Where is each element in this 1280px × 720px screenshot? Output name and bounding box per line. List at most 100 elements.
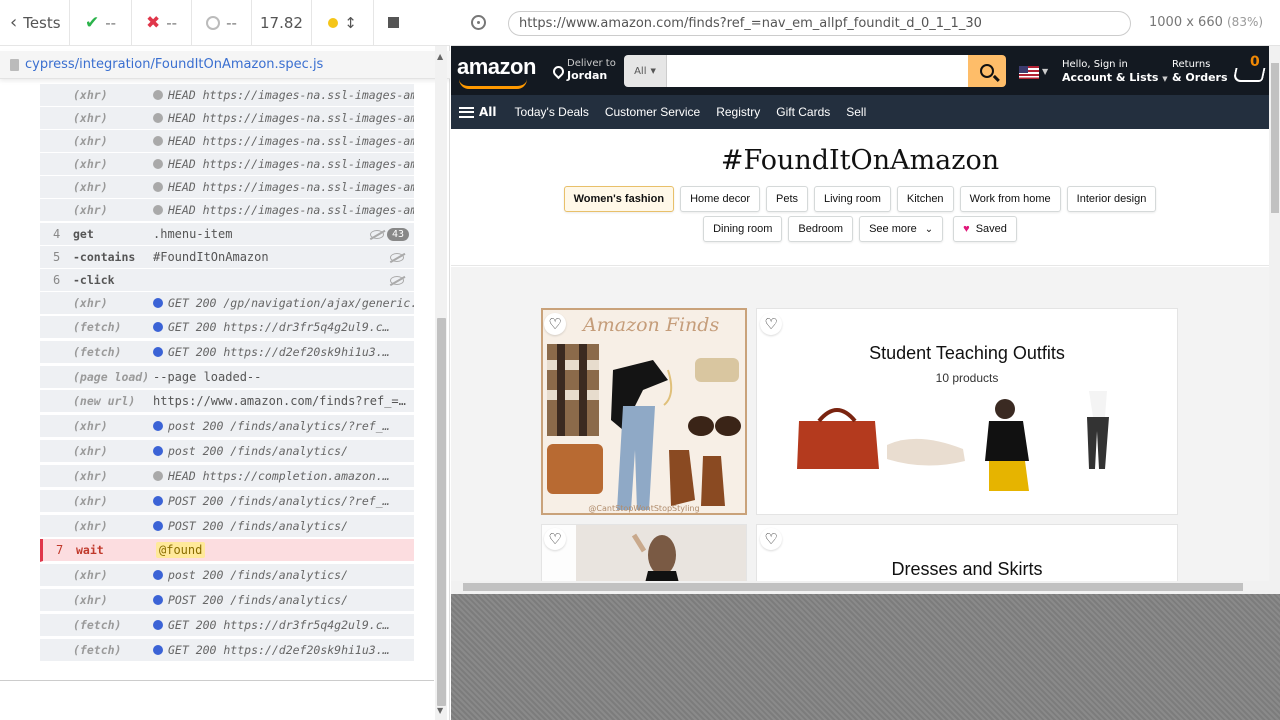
command-row[interactable]: (fetch) GET 200 https://d2ef20sk9hi1u3.…	[40, 639, 414, 662]
all-menu-button[interactable]: All	[451, 105, 507, 119]
deliver-label: Deliver to	[567, 58, 616, 69]
heart-outline-icon[interactable]: ♡	[544, 528, 566, 550]
command-row[interactable]: 4 get .hmenu-item 43	[40, 223, 414, 246]
command-row[interactable]: 6 -click	[40, 269, 414, 292]
category-pill[interactable]: Women's fashion	[563, 186, 675, 212]
command-row[interactable]: (xhr) HEAD https://images-na.ssl-images-a…	[40, 176, 414, 199]
command-row[interactable]: (xhr) HEAD https://images-na.ssl-images-a…	[40, 130, 414, 153]
command-row[interactable]: (xhr) HEAD https://images-na.ssl-images-a…	[40, 107, 414, 130]
up-down-arrow-icon: ↕	[344, 13, 357, 32]
search-category-select[interactable]: All ▼	[624, 55, 667, 87]
command-row[interactable]: (fetch) GET 200 https://dr3fr5q4g2ul9.c…	[40, 614, 414, 637]
command-row[interactable]: (xhr) POST 200 /finds/analytics/?ref_…	[40, 490, 414, 513]
category-pill[interactable]: Work from home	[959, 186, 1061, 212]
command-row-wait[interactable]: 7 wait @found	[40, 539, 414, 562]
command-row[interactable]: (xhr) post 200 /finds/analytics/	[40, 564, 414, 587]
aut-url-bar[interactable]: https://www.amazon.com/finds?ref_=nav_em…	[508, 11, 1131, 36]
command-row[interactable]: (xhr) HEAD https://images-na.ssl-images-a…	[40, 199, 414, 222]
command-name: (xhr)	[73, 519, 108, 533]
command-row[interactable]: 5 -contains #FoundItOnAmazon	[40, 246, 414, 269]
command-name: wait	[76, 543, 104, 557]
nav-todays-deals[interactable]: Today's Deals	[507, 105, 597, 119]
reporter-scrollbar-thumb[interactable]	[437, 318, 446, 706]
command-name: (fetch)	[73, 345, 122, 359]
duration: 17.82	[252, 0, 312, 45]
us-flag-icon[interactable]	[1019, 66, 1039, 79]
command-row[interactable]: (page load) --page loaded--	[40, 366, 414, 389]
page-vertical-scrollbar-thumb[interactable]	[1271, 63, 1279, 213]
saved-button[interactable]: ♥ Saved	[953, 216, 1017, 242]
collection-card[interactable]: Student Teaching Outfits 10 products	[756, 308, 1178, 515]
command-row[interactable]: (xhr) post 200 /finds/analytics/?ref_…	[40, 415, 414, 438]
command-row[interactable]: (xhr) HEAD https://images-na.ssl-images-a…	[40, 84, 414, 107]
command-name: (page load)	[73, 370, 150, 384]
command-message: HEAD https://images-na.ssl-images-ama…	[153, 157, 414, 171]
scroll-down-arrow-icon[interactable]: ▼	[437, 706, 443, 715]
command-message: POST 200 /finds/analytics/	[153, 519, 348, 533]
heart-outline-icon[interactable]: ♡	[760, 528, 782, 550]
command-name: (xhr)	[73, 157, 108, 171]
caret-down-icon: ▼	[1162, 75, 1168, 83]
command-row[interactable]: (xhr) HEAD https://completion.amazon.…	[40, 465, 414, 488]
account-lists-label: Account & Lists	[1062, 71, 1159, 84]
returns-orders[interactable]: Returns & Orders	[1172, 58, 1228, 84]
command-number: 6	[53, 273, 61, 287]
category-pill[interactable]: Dining room	[703, 216, 783, 242]
auto-scroll-toggle[interactable]: ↕	[312, 0, 374, 45]
status-dot-icon	[153, 645, 163, 655]
nav-registry[interactable]: Registry	[708, 105, 768, 119]
deliver-to[interactable]: Deliver to Jordan	[550, 58, 616, 82]
heart-outline-icon[interactable]: ♡	[760, 313, 782, 335]
heart-outline-icon[interactable]: ♡	[544, 313, 566, 335]
running-indicator-icon	[328, 17, 339, 28]
command-message: GET 200 https://dr3fr5q4g2ul9.c…	[153, 618, 390, 632]
search-bar: All ▼	[624, 55, 1006, 87]
command-row[interactable]: (xhr) GET 200 /gp/navigation/ajax/generic…	[40, 292, 414, 315]
alias-badge: @found	[156, 542, 206, 558]
command-message-text: GET 200 https://dr3fr5q4g2ul9.c…	[168, 618, 390, 632]
command-row[interactable]: (xhr) HEAD https://images-na.ssl-images-a…	[40, 153, 414, 176]
see-more-label: See more	[869, 223, 917, 235]
fashion-collage-image	[547, 344, 741, 510]
command-row[interactable]: (xhr) post 200 /finds/analytics/	[40, 440, 414, 463]
category-pill[interactable]: Bedroom	[788, 216, 854, 242]
category-pill[interactable]: Kitchen	[896, 186, 954, 212]
command-row[interactable]: (xhr) POST 200 /finds/analytics/	[40, 515, 414, 538]
command-name: (xhr)	[73, 180, 108, 194]
amazon-logo[interactable]: amazon	[457, 54, 536, 80]
scroll-up-arrow-icon[interactable]: ▲	[437, 52, 443, 61]
command-message: post 200 /finds/analytics/	[153, 444, 348, 458]
command-message: POST 200 /finds/analytics/?ref_…	[153, 494, 390, 508]
category-pill[interactable]: Interior design	[1066, 186, 1157, 212]
divider	[0, 680, 434, 681]
pending-count: --	[226, 13, 237, 32]
nav-gift-cards[interactable]: Gift Cards	[768, 105, 838, 119]
amazon-smile-icon	[459, 79, 527, 89]
selector-playground-icon[interactable]	[471, 15, 486, 30]
aut-iframe: amazon Deliver to Jordan All ▼ ▼ Hello, …	[451, 46, 1280, 594]
heart-icon: ♥	[963, 223, 970, 235]
command-name: get	[73, 227, 94, 241]
nav-customer-service[interactable]: Customer Service	[597, 105, 708, 119]
account-menu[interactable]: Hello, Sign in Account & Lists ▼	[1062, 58, 1168, 86]
search-button[interactable]	[968, 55, 1006, 87]
command-row[interactable]: (new url) https://www.amazon.com/finds?re…	[40, 390, 414, 413]
command-name: -contains	[73, 250, 136, 264]
command-row[interactable]: (fetch) GET 200 https://dr3fr5q4g2ul9.c…	[40, 316, 414, 339]
stop-button[interactable]	[374, 0, 412, 45]
category-pill[interactable]: Pets	[765, 186, 808, 212]
command-row[interactable]: (fetch) GET 200 https://d2ef20sk9hi1u3.…	[40, 341, 414, 364]
category-pill[interactable]: Home decor	[680, 186, 760, 212]
category-row-2: Dining room Bedroom See more ⌄ ♥ Saved	[451, 216, 1269, 242]
spec-path-link[interactable]: cypress/integration/FoundItOnAmazon.spec…	[25, 57, 323, 72]
page-horizontal-scrollbar-thumb[interactable]	[463, 583, 1243, 591]
command-row[interactable]: (xhr) POST 200 /finds/analytics/	[40, 589, 414, 612]
command-message: HEAD https://images-na.ssl-images-ama…	[153, 203, 414, 217]
tests-button[interactable]: ‹ Tests	[0, 0, 70, 45]
see-more-button[interactable]: See more ⌄	[859, 216, 944, 242]
cart-button[interactable]: 0	[1232, 54, 1274, 88]
search-input[interactable]	[667, 55, 968, 87]
category-pill[interactable]: Living room	[814, 186, 891, 212]
nav-sell[interactable]: Sell	[838, 105, 874, 119]
collage-card[interactable]: Amazon Finds @CantStopWontStopStyling	[541, 308, 747, 515]
